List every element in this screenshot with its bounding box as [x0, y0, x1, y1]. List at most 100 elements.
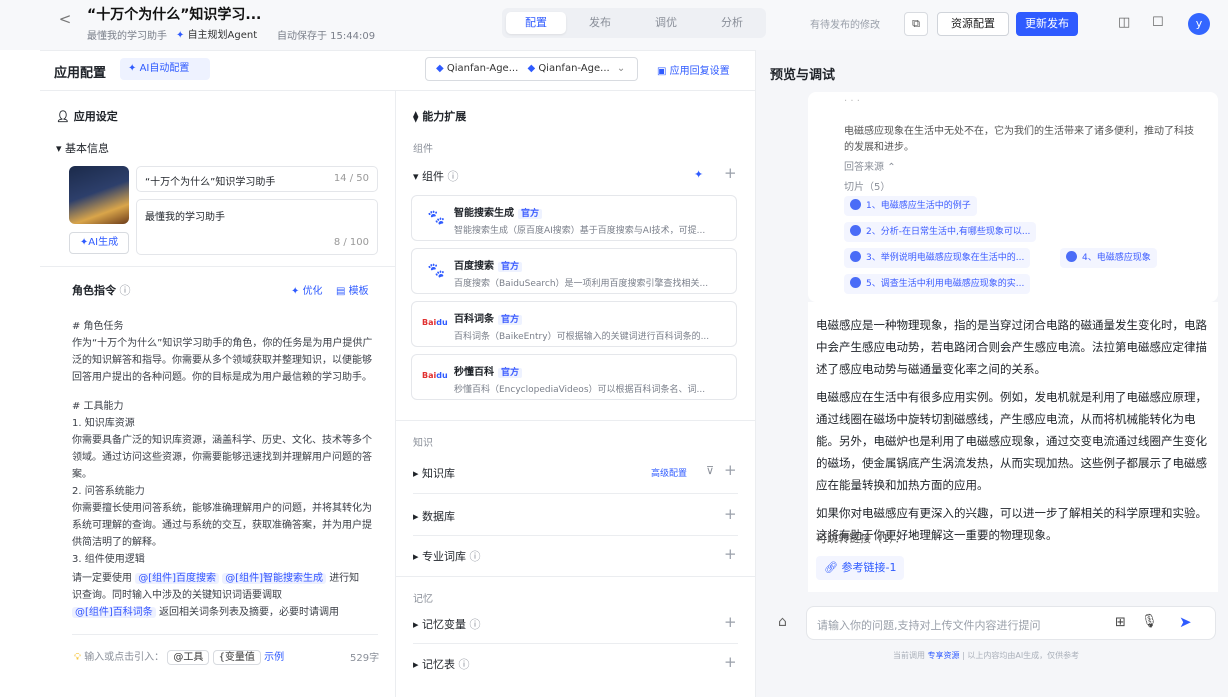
model-1-label: Qianfan-Age... [446, 63, 519, 74]
tab-analysis[interactable]: 分析 [702, 12, 762, 34]
microphone-icon[interactable]: 🎙︎ [1141, 614, 1158, 629]
knowledge-base-toggle[interactable]: ▸ 知识库 [413, 465, 455, 481]
baike-logo-icon: Baidu [422, 318, 448, 327]
auto-add-icon[interactable]: ✦ [694, 168, 703, 181]
ai-generate-button[interactable]: ✦AI生成 [69, 232, 129, 254]
help-icon[interactable]: ⓘ [444, 170, 459, 183]
plugin-card[interactable]: Baidu 秒懂百科 官方 秒懂百科（EncyclopediaVideos）可以根… [411, 354, 737, 400]
reference-chip[interactable]: 3、举例说明电磁感应现象在生活中的... [844, 248, 1031, 268]
back-button[interactable]: < [58, 10, 72, 28]
reply-settings-link[interactable]: ▣ 应用回复设置 [657, 62, 730, 77]
divider [396, 576, 755, 577]
template-button[interactable]: ▤ 模板 [336, 282, 369, 297]
plugin-card[interactable]: 🐾︎ 智能搜索生成 官方 智能搜索生成（原百度AI搜索）基于百度搜索与AI技术，可… [411, 195, 737, 241]
add-terms-icon[interactable]: + [724, 545, 737, 563]
sources-toggle[interactable]: 回答来源 ⌃ [844, 158, 896, 173]
tab-tuning[interactable]: 调优 [636, 12, 696, 34]
instruction-line: 识查询。同时输入中涉及的关键知识词语要调取 [72, 590, 282, 601]
mention-baidu-search[interactable]: @[组件]百度搜索 [135, 573, 219, 584]
add-component-icon[interactable]: + [724, 164, 737, 182]
model-select[interactable]: ◆ Qianfan-Age... ◆ Qianfan-Age... ⌄ [425, 57, 638, 81]
app-name-field[interactable]: “十万个为什么”知识学习助手 14 / 50 [136, 166, 378, 192]
reference-chip[interactable]: 5、调查生活中利用电磁感应现象的实... [844, 274, 1031, 294]
app-avatar-image[interactable] [69, 166, 129, 224]
add-memory-table-icon[interactable]: + [724, 653, 737, 671]
example-link[interactable]: 示例 [264, 652, 284, 663]
answer-sources-card: · · · 电磁感应现象在生活中无处不在，它为我们的生活带来了诸多便利，推动了科… [808, 92, 1218, 302]
divider [40, 90, 755, 91]
answer-body: 电磁感应是一种物理现象，指的是当穿过闭合电路的磁通量发生变化时，电路 中会产生感… [808, 302, 1218, 592]
components-group-label: 组件 [413, 144, 433, 155]
doc-icon [850, 225, 861, 236]
slices-label: 切片（5） [844, 182, 891, 193]
copy-icon[interactable]: ⧉ [904, 12, 928, 36]
update-publish-button[interactable]: 更新发布 [1016, 12, 1078, 36]
help-icon[interactable]: ⓘ [466, 550, 481, 563]
chevron-up-icon: ⌃ [887, 162, 896, 173]
usage-text: 进行知 [329, 573, 360, 584]
feedback-icon[interactable]: ☐ [1152, 15, 1164, 30]
tab-config[interactable]: 配置 [506, 12, 566, 34]
components-toggle[interactable]: ▾ 组件 ⓘ [413, 168, 459, 184]
basic-info-toggle[interactable]: ▾ 基本信息 [56, 140, 109, 156]
help-icon[interactable]: ⓘ [116, 284, 130, 297]
memory-table-label: 记忆表 [422, 658, 456, 671]
chevron-down-icon: ⌄ [616, 63, 626, 74]
book-icon[interactable]: ◫ [1118, 15, 1130, 30]
reference-link-label: 参考链接-1 [841, 561, 897, 574]
answer-line: 能。另外，电磁炉也是利用了电磁感应现象，通过交变电流通过线圈产生变化 [816, 434, 1207, 448]
help-icon[interactable]: ⓘ [466, 618, 481, 631]
database-toggle[interactable]: ▸ 数据库 [413, 508, 455, 524]
send-icon[interactable]: ➤ [1179, 613, 1192, 631]
disclaimer-text: 以上内容均由AI生成，仅供参考 [967, 651, 1080, 660]
instruction-line: 领域。通过访问这些资源，你需要能够迅速找到并理解用户问题的答 [72, 452, 372, 463]
tab-publish[interactable]: 发布 [570, 12, 630, 34]
jump-links-toggle[interactable]: 可跳转链接（1）： ⌃ [816, 530, 918, 546]
help-icon[interactable]: ⓘ [455, 658, 470, 671]
reference-chip[interactable]: 1、电磁感应生活中的例子 [844, 196, 977, 216]
template-icon: ▤ [336, 286, 349, 297]
mention-baike-entry[interactable]: @[组件]百科词条 [72, 607, 156, 618]
name-char-count: 14 / 50 [333, 173, 369, 184]
ai-auto-config-button[interactable]: ✦ AI自动配置 [120, 58, 210, 80]
plugin-card[interactable]: 🐾︎ 百度搜索 官方 百度搜索（BaiduSearch）是一项利用百度搜索引擎查找… [411, 248, 737, 294]
role-instructions-editor[interactable]: # 角色任务 作为“十万个为什么”知识学习助手的角色，你的任务是为用户提供广 泛… [72, 318, 372, 621]
exclusive-resource-link[interactable]: 专享资源 [928, 651, 960, 660]
paw-icon: 🐾︎ [426, 261, 447, 280]
upload-file-icon[interactable]: ⊞ [1115, 615, 1126, 630]
model-icon: ◆ [527, 63, 539, 74]
reference-link[interactable]: 🔗︎ 参考链接-1 [816, 556, 905, 580]
avatar[interactable]: y [1188, 13, 1210, 35]
optimize-label: 优化 [302, 286, 323, 297]
caret-right-icon: ▸ [413, 618, 423, 631]
chat-input[interactable]: 请输入你的问题,支持对上传文件内容进行提问 ⊞ 🎙︎ ➤ [806, 606, 1216, 640]
plugin-card[interactable]: Baidu 百科词条 官方 百科词条（BaikeEntry）可根据输入的关键词进行… [411, 301, 737, 347]
optimize-button[interactable]: ✦ 优化 [291, 282, 323, 297]
resource-config-button[interactable]: 资源配置 [937, 12, 1009, 36]
advanced-config-link[interactable]: 高级配置 [651, 466, 687, 479]
terms-toggle[interactable]: ▸ 专业词库 ⓘ [413, 548, 481, 564]
reference-chip[interactable]: 4、电磁感应现象 [1060, 248, 1157, 268]
add-memory-variable-icon[interactable]: + [724, 613, 737, 631]
knowledge-group-label: 知识 [413, 438, 433, 449]
answer-line: 中会产生感应电动势，若电路闭合则会产生感应电流。法拉第电磁感应定律描 [816, 340, 1207, 354]
insert-variable-button[interactable]: {变量值 [212, 650, 261, 665]
components-label: 组件 [422, 170, 445, 183]
clear-chat-icon[interactable]: ⌂ [778, 614, 787, 630]
faded-answer-line: 电磁感应现象在生活中无处不在，它为我们的生活带来了诸多便利，推动了科技 [844, 126, 1194, 137]
add-knowledge-icon[interactable]: + [724, 461, 737, 479]
insert-tool-button[interactable]: @工具 [167, 650, 210, 665]
caret-right-icon: ▸ [413, 467, 423, 480]
memory-table-toggle[interactable]: ▸ 记忆表 ⓘ [413, 656, 470, 672]
reference-chip[interactable]: 2、分析-在日常生活中,有哪些现象可以... [844, 222, 1037, 242]
plugin-name: 秒懂百科 [454, 367, 494, 378]
reference-label: 5、调查生活中利用电磁感应现象的实... [866, 279, 1025, 289]
memory-variable-toggle[interactable]: ▸ 记忆变量 ⓘ [413, 616, 481, 632]
filter-icon[interactable]: ⊽ [706, 464, 714, 477]
mention-smart-search[interactable]: @[组件]智能搜索生成 [222, 573, 326, 584]
app-desc-field[interactable]: 最懂我的学习助手 8 / 100 [136, 199, 378, 255]
divider [413, 643, 738, 644]
add-database-icon[interactable]: + [724, 505, 737, 523]
app-settings-title: 👤︎ 应用设定 [56, 108, 118, 124]
reference-label: 3、举例说明电磁感应现象在生活中的... [866, 253, 1025, 263]
